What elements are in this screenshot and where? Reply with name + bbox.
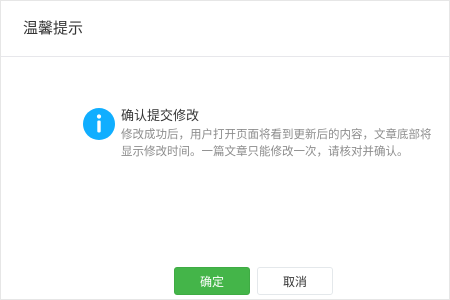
- confirm-dialog: 温馨提示 确认提交修改 修改成功后，用户打开页面将看到更新后的内容，文章底部将显…: [0, 0, 450, 300]
- cancel-button[interactable]: 取消: [257, 267, 333, 295]
- message-body: 修改成功后，用户打开页面将看到更新后的内容，文章底部将显示修改时间。一篇文章只能…: [121, 127, 432, 158]
- dialog-title: 温馨提示: [23, 19, 84, 37]
- message-title: 确认提交修改: [121, 109, 200, 124]
- dialog-body: 确认提交修改 修改成功后，用户打开页面将看到更新后的内容，文章底部将显示修改时间…: [1, 57, 449, 257]
- info-icon: [83, 108, 115, 140]
- dialog-footer: 确定 取消: [1, 257, 449, 300]
- dialog-header: 温馨提示: [1, 1, 449, 57]
- confirm-button[interactable]: 确定: [174, 267, 250, 295]
